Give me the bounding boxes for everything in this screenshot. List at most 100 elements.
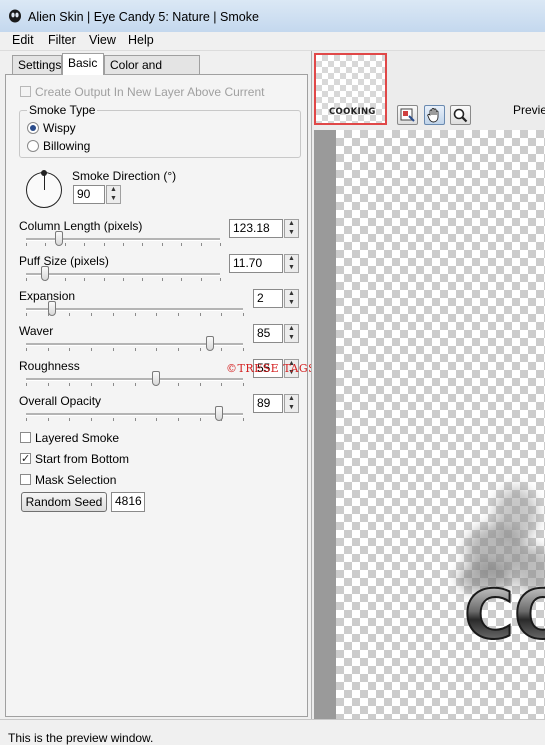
puff-size-slider-track[interactable]	[26, 273, 220, 276]
tab-color-and-lighting[interactable]: Color and Lighting	[104, 55, 200, 90]
smoke-direction-input[interactable]: 90	[73, 185, 105, 204]
slider-tick	[162, 278, 163, 281]
smoke-direction-label: Smoke Direction (°)	[72, 169, 177, 183]
slider-tick	[123, 243, 124, 246]
slider-tick	[221, 348, 222, 351]
slider-tick	[181, 278, 182, 281]
waver-input[interactable]: 85	[253, 324, 283, 343]
status-bar: This is the preview window.	[0, 719, 545, 745]
expansion-slider-thumb[interactable]	[48, 301, 56, 316]
expansion-stepper[interactable]: ▲ ▼	[284, 289, 299, 308]
stepper-up-icon[interactable]: ▲	[107, 186, 120, 194]
puff-size-input[interactable]: 11.70	[229, 254, 283, 273]
stepper-up-icon[interactable]: ▲	[285, 220, 298, 228]
stepper-down-icon[interactable]: ▼	[285, 404, 298, 412]
preview-canvas[interactable]: CO	[336, 130, 545, 720]
slider-tick	[220, 243, 221, 246]
slider-tick	[178, 313, 179, 316]
slider-tick	[48, 348, 49, 351]
smoke-direction-dial[interactable]	[26, 170, 62, 208]
slider-tick	[104, 243, 105, 246]
slider-tick	[113, 418, 114, 421]
slider-tick	[113, 313, 114, 316]
roughness-slider-track[interactable]	[26, 378, 243, 381]
hand-icon	[427, 108, 439, 123]
start-from-bottom-checkbox[interactable]: ✓	[20, 453, 31, 465]
billowing-label: Billowing	[43, 139, 91, 153]
stepper-down-icon[interactable]: ▼	[285, 264, 298, 272]
puff-size-stepper[interactable]: ▲ ▼	[284, 254, 299, 273]
wispy-radio[interactable]	[27, 122, 39, 134]
random-seed-button[interactable]: Random Seed	[21, 492, 107, 512]
column-length-input[interactable]: 123.18	[229, 219, 283, 238]
slider-tick	[65, 278, 66, 281]
mask-selection-checkbox[interactable]	[20, 474, 31, 485]
random-seed-input[interactable]: 4816	[111, 492, 145, 512]
menu-view[interactable]: View	[88, 33, 117, 47]
app-icon	[9, 9, 21, 23]
overall-opacity-stepper[interactable]: ▲ ▼	[284, 394, 299, 413]
slider-tick	[26, 243, 27, 246]
slider-tick	[135, 313, 136, 316]
expansion-input[interactable]: 2	[253, 289, 283, 308]
zoom-tool-button[interactable]	[450, 105, 471, 125]
waver-slider-thumb[interactable]	[206, 336, 214, 351]
roughness-slider-thumb[interactable]	[152, 371, 160, 386]
slider-tick	[91, 383, 92, 386]
expansion-slider-track[interactable]	[26, 308, 243, 311]
stepper-down-icon[interactable]: ▼	[285, 229, 298, 237]
slider-tick	[142, 243, 143, 246]
stepper-up-icon[interactable]: ▲	[285, 290, 298, 298]
slider-tick	[123, 278, 124, 281]
hand-tool-button[interactable]	[424, 105, 445, 125]
slider-tick	[104, 278, 105, 281]
menu-edit[interactable]: Edit	[11, 33, 35, 47]
slider-tick	[69, 348, 70, 351]
layered-smoke-checkbox[interactable]	[20, 432, 31, 443]
smoke-direction-stepper[interactable]: ▲ ▼	[106, 185, 121, 204]
preview-label: Preview	[513, 103, 545, 117]
title-bar: Alien Skin | Eye Candy 5: Nature | Smoke	[0, 0, 545, 33]
column-length-stepper[interactable]: ▲ ▼	[284, 219, 299, 238]
slider-tick	[178, 348, 179, 351]
overall-opacity-input[interactable]: 89	[253, 394, 283, 413]
slider-tick	[201, 243, 202, 246]
billowing-radio[interactable]	[27, 140, 39, 152]
create-output-label: Create Output In New Layer Above Current	[35, 85, 265, 99]
slider-tick	[65, 243, 66, 246]
stepper-up-icon[interactable]: ▲	[285, 255, 298, 263]
slider-tick	[243, 348, 244, 351]
stepper-up-icon[interactable]: ▲	[285, 395, 298, 403]
overall-opacity-slider-thumb[interactable]	[215, 406, 223, 421]
slider-tick	[113, 383, 114, 386]
slider-tick	[243, 418, 244, 421]
slider-tick	[113, 348, 114, 351]
slider-tick	[135, 348, 136, 351]
stepper-up-icon[interactable]: ▲	[285, 325, 298, 333]
menu-filter[interactable]: Filter	[47, 33, 77, 47]
overall-opacity-slider-track[interactable]	[26, 413, 243, 416]
slider-tick	[26, 348, 27, 351]
start-from-bottom-label: Start from Bottom	[35, 452, 130, 466]
slider-tick	[135, 383, 136, 386]
tab-basic[interactable]: Basic	[62, 53, 104, 75]
menu-help[interactable]: Help	[127, 33, 155, 47]
waver-stepper[interactable]: ▲ ▼	[284, 324, 299, 343]
slider-tick	[156, 418, 157, 421]
column-length-slider-thumb[interactable]	[55, 231, 63, 246]
status-text: This is the preview window.	[8, 731, 154, 745]
puff-size-slider-thumb[interactable]	[41, 266, 49, 281]
preview-frame	[314, 130, 336, 720]
navigator-button[interactable]	[397, 105, 418, 125]
stepper-down-icon[interactable]: ▼	[285, 299, 298, 307]
slider-tick	[69, 313, 70, 316]
tab-settings[interactable]: Settings	[12, 55, 62, 74]
dial-handle[interactable]	[41, 170, 47, 176]
slider-tick	[142, 278, 143, 281]
slider-tick	[178, 418, 179, 421]
stepper-down-icon[interactable]: ▼	[107, 195, 120, 203]
slider-tick	[48, 418, 49, 421]
stepper-down-icon[interactable]: ▼	[285, 334, 298, 342]
slider-tick	[156, 313, 157, 316]
create-output-checkbox[interactable]	[20, 86, 31, 97]
